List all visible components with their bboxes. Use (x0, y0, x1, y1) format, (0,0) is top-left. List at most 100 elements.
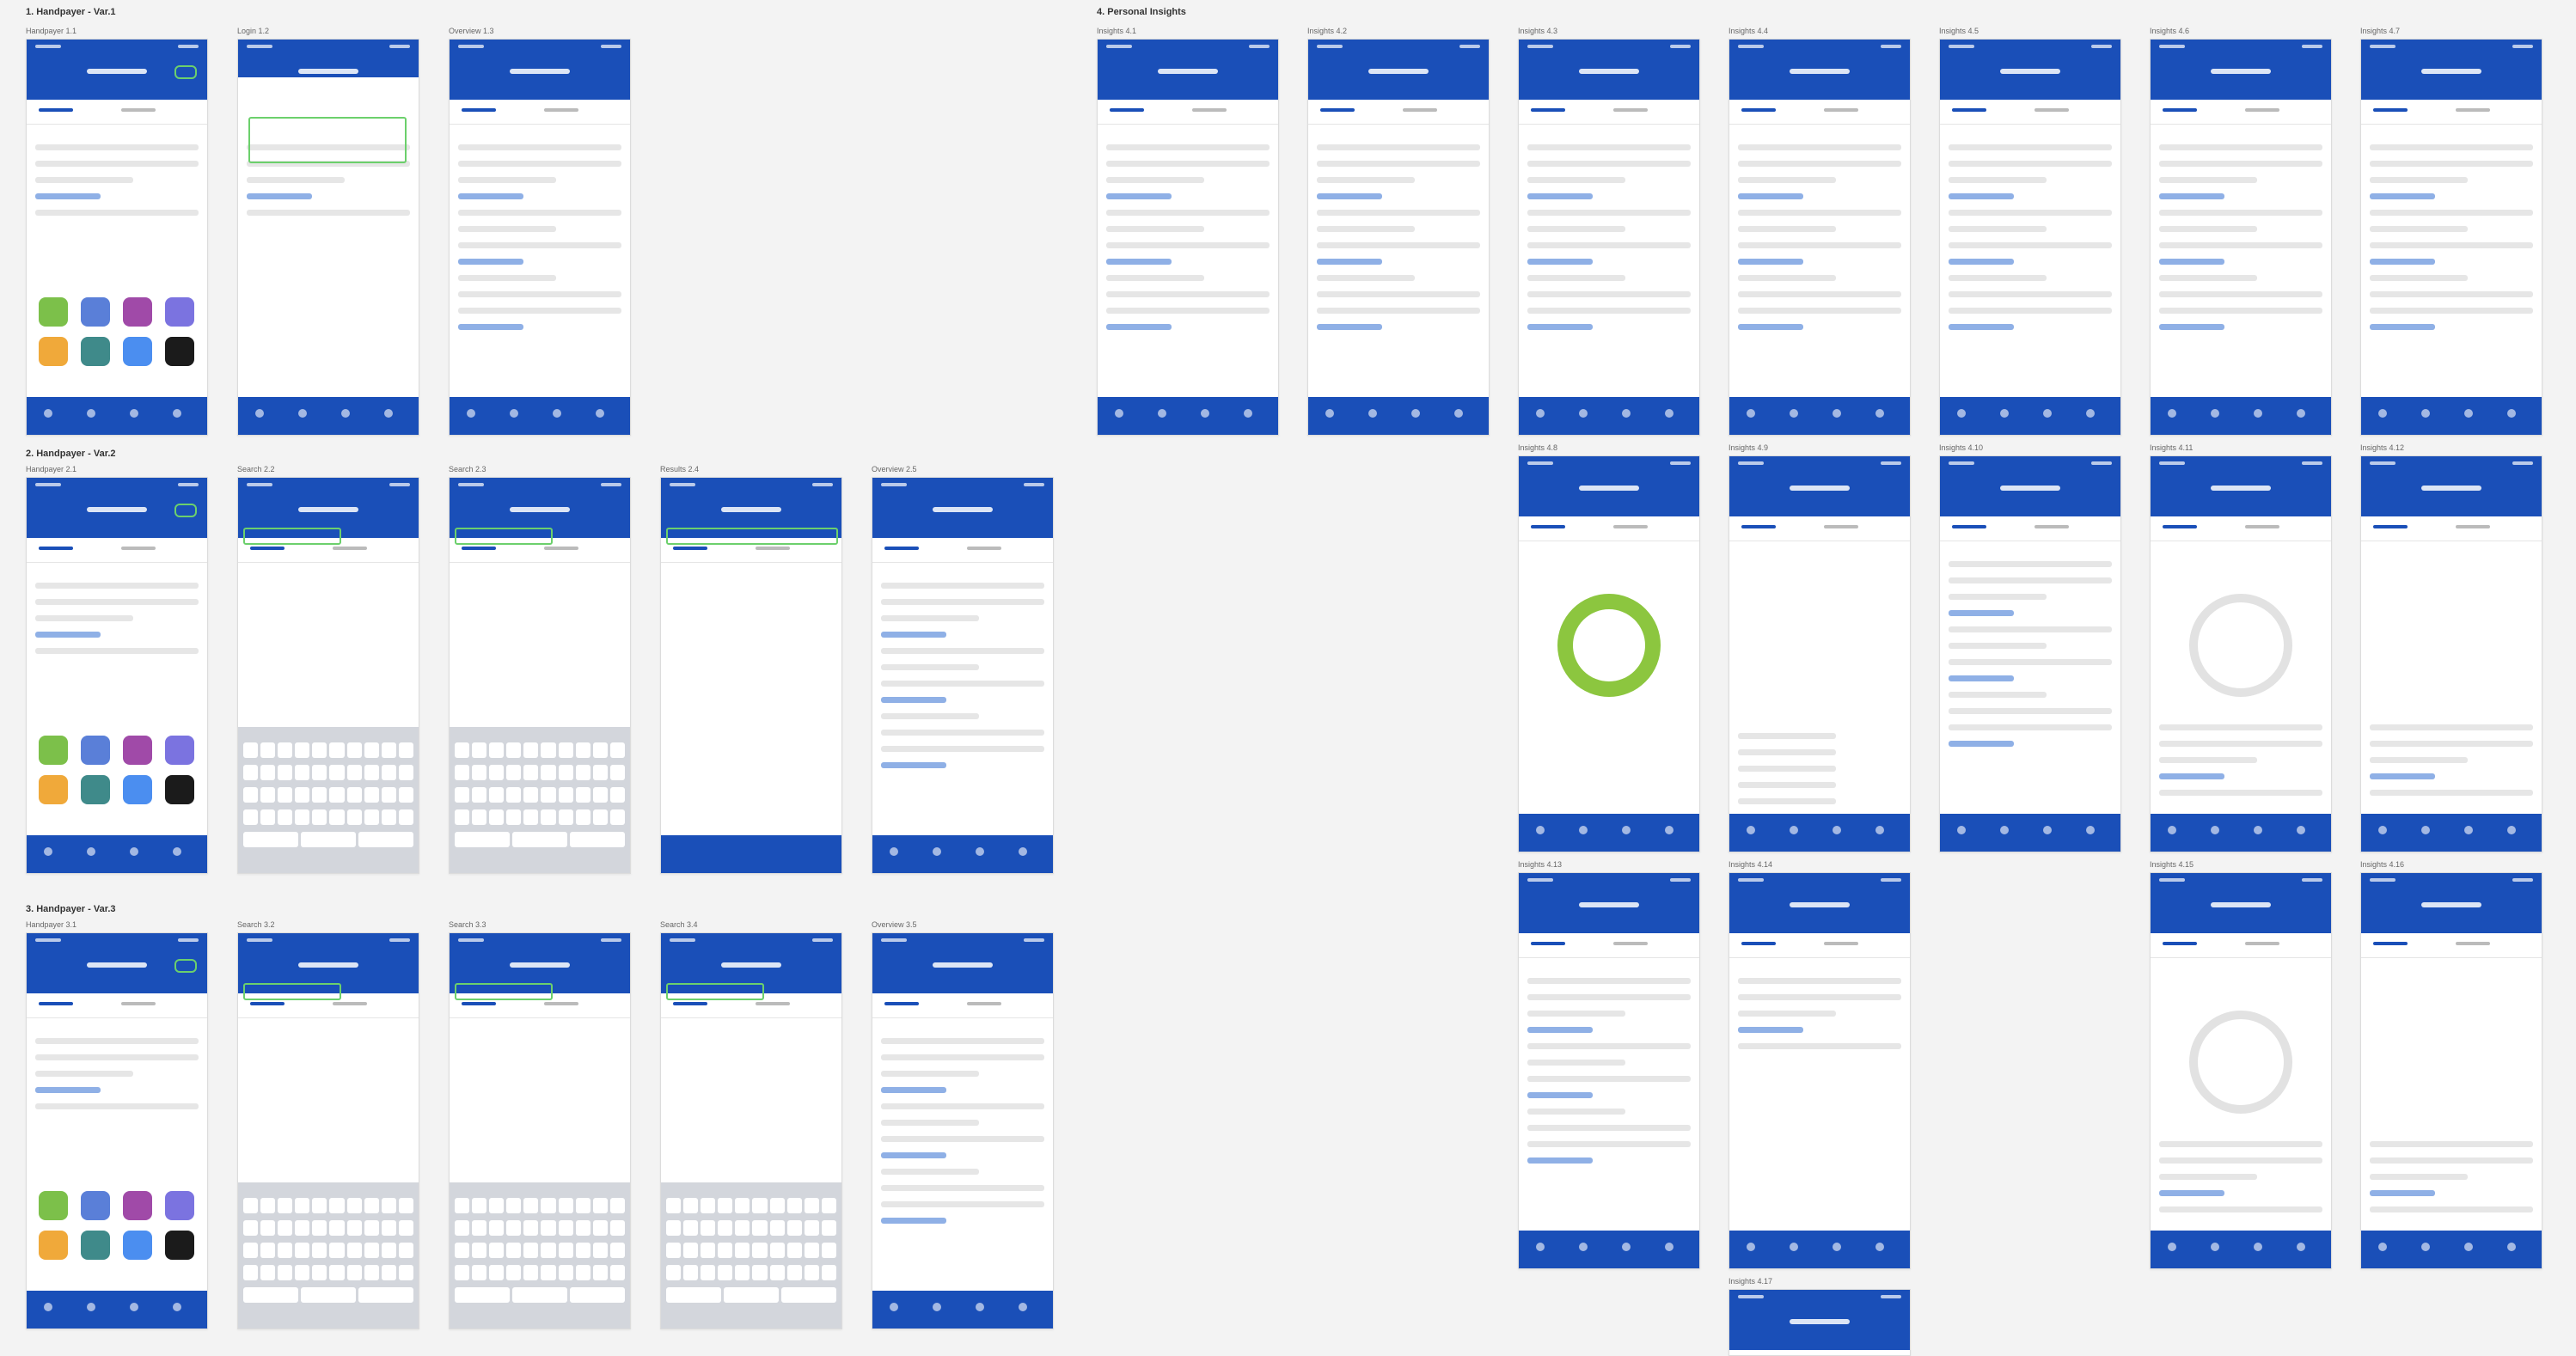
list-item[interactable] (458, 291, 621, 297)
keyboard-key[interactable] (381, 1243, 396, 1258)
list-item[interactable] (1527, 1109, 1625, 1115)
tab-inactive[interactable] (967, 1002, 1001, 1005)
keyboard-key[interactable] (243, 787, 259, 803)
keyboard-key[interactable] (455, 832, 510, 847)
tab-bar-icon[interactable] (1622, 409, 1631, 418)
search-field-highlight[interactable] (455, 983, 553, 1000)
list-item[interactable] (2370, 177, 2468, 183)
tab-bar-icon[interactable] (933, 1303, 941, 1311)
list-item[interactable] (1738, 226, 1836, 232)
tab-bar-icon[interactable] (2421, 1243, 2430, 1251)
on-screen-keyboard[interactable] (238, 1182, 419, 1329)
tab-active[interactable] (1320, 108, 1355, 112)
keyboard-key[interactable] (592, 1265, 608, 1280)
keyboard-key[interactable] (718, 1220, 733, 1236)
keyboard-key[interactable] (455, 787, 470, 803)
keyboard-key[interactable] (312, 1243, 327, 1258)
tab-active[interactable] (2163, 942, 2197, 945)
list-item[interactable] (1106, 324, 1172, 330)
tab-bar-icon[interactable] (44, 847, 52, 856)
keyboard-key[interactable] (472, 1243, 487, 1258)
list-item[interactable] (2370, 193, 2435, 199)
bottom-tab-bar[interactable] (872, 1291, 1053, 1329)
phone-screen[interactable] (1518, 872, 1700, 1269)
keyboard-key[interactable] (398, 1243, 413, 1258)
keyboard-key[interactable] (523, 742, 539, 758)
keyboard-key[interactable] (295, 742, 310, 758)
bottom-tab-bar[interactable] (2151, 814, 2331, 852)
keyboard-key[interactable] (243, 1220, 259, 1236)
keyboard-key[interactable] (346, 742, 362, 758)
list-item[interactable] (2159, 1174, 2257, 1180)
list-item[interactable] (1949, 626, 2112, 632)
keyboard-key[interactable] (735, 1220, 750, 1236)
keyboard-key[interactable] (329, 765, 345, 780)
keyboard-key[interactable] (592, 809, 608, 825)
tab-bar-icon[interactable] (1579, 826, 1588, 834)
list-item[interactable] (1317, 226, 1415, 232)
tab-inactive[interactable] (1824, 525, 1858, 528)
keyboard-key[interactable] (295, 1220, 310, 1236)
keyboard-key[interactable] (592, 742, 608, 758)
tab-bar-icon[interactable] (1325, 409, 1334, 418)
app-icon[interactable] (123, 297, 152, 327)
phone-screen[interactable] (1729, 455, 1911, 852)
list-item[interactable] (1527, 1060, 1625, 1066)
keyboard-key[interactable] (523, 787, 539, 803)
keyboard-key[interactable] (489, 787, 505, 803)
list-item[interactable] (1527, 259, 1593, 265)
bottom-tab-bar[interactable] (2361, 814, 2542, 852)
list-item[interactable] (2370, 144, 2533, 150)
tab-active[interactable] (462, 108, 496, 112)
tab-bar-icon[interactable] (2043, 409, 2052, 418)
list-item[interactable] (1949, 577, 2112, 583)
keyboard-key[interactable] (575, 742, 590, 758)
keyboard-key[interactable] (455, 742, 470, 758)
keyboard-key[interactable] (358, 1287, 413, 1303)
tab-bar-icon[interactable] (1957, 409, 1966, 418)
tab-inactive[interactable] (1613, 525, 1648, 528)
list-item[interactable] (35, 1071, 133, 1077)
bottom-tab-bar[interactable] (1519, 814, 1699, 852)
list-item[interactable] (2159, 275, 2257, 281)
keyboard-key[interactable] (489, 1220, 505, 1236)
list-item[interactable] (1949, 610, 2014, 616)
tab-bar-icon[interactable] (1665, 409, 1673, 418)
tab-active[interactable] (1531, 942, 1565, 945)
phone-screen[interactable] (449, 39, 631, 436)
app-icon[interactable] (39, 297, 68, 327)
keyboard-key[interactable] (769, 1243, 785, 1258)
keyboard-key[interactable] (455, 765, 470, 780)
segment-tabs[interactable] (2151, 100, 2331, 125)
keyboard-key[interactable] (243, 832, 298, 847)
list-item[interactable] (1106, 275, 1204, 281)
list-item[interactable] (1527, 177, 1625, 183)
tab-inactive[interactable] (2034, 525, 2069, 528)
phone-screen[interactable] (237, 932, 419, 1329)
list-item[interactable] (881, 599, 1044, 605)
bottom-tab-bar[interactable] (1519, 397, 1699, 435)
tab-active[interactable] (1531, 525, 1565, 528)
tab-bar-icon[interactable] (44, 409, 52, 418)
list-item[interactable] (35, 1103, 199, 1109)
keyboard-key[interactable] (364, 809, 379, 825)
list-item[interactable] (2370, 1174, 2468, 1180)
keyboard-key[interactable] (381, 809, 396, 825)
keyboard-key[interactable] (260, 742, 276, 758)
keyboard-key[interactable] (575, 1198, 590, 1213)
phone-screen[interactable] (2360, 39, 2542, 436)
keyboard-key[interactable] (243, 1198, 259, 1213)
list-item[interactable] (1106, 242, 1270, 248)
search-field-highlight[interactable] (243, 528, 341, 545)
keyboard-key[interactable] (455, 1198, 470, 1213)
on-screen-keyboard[interactable] (450, 1182, 630, 1329)
list-item[interactable] (881, 1136, 1044, 1142)
list-item[interactable] (2159, 757, 2257, 763)
keyboard-key[interactable] (609, 742, 625, 758)
tab-bar-icon[interactable] (2168, 1243, 2176, 1251)
app-icon[interactable] (81, 736, 110, 765)
keyboard-key[interactable] (346, 1220, 362, 1236)
keyboard-key[interactable] (295, 765, 310, 780)
app-icon[interactable] (39, 736, 68, 765)
keyboard-key[interactable] (786, 1198, 802, 1213)
